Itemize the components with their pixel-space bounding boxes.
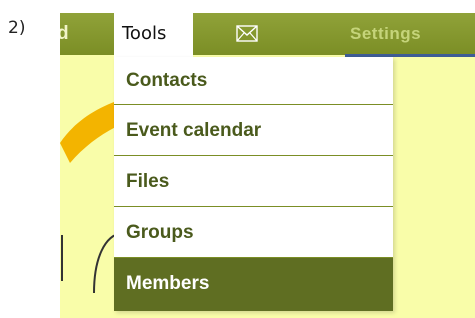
dropdown-item-groups[interactable]: Groups [114, 207, 393, 258]
menu-item-settings[interactable]: Settings [350, 13, 421, 55]
step-label: 2) [8, 18, 26, 38]
envelope-icon[interactable] [236, 25, 258, 42]
tools-dropdown-menu: Contacts Event calendar Files Groups Mem… [114, 57, 393, 311]
dropdown-item-event-calendar[interactable]: Event calendar [114, 105, 393, 156]
dropdown-item-contacts[interactable]: Contacts [114, 57, 393, 105]
menu-item-partial[interactable]: d [60, 13, 69, 55]
dropdown-item-members[interactable]: Members [114, 258, 393, 311]
dropdown-item-files[interactable]: Files [114, 156, 393, 207]
menu-item-tools[interactable]: Tools [114, 13, 193, 57]
app-viewport: d Tools Settings Contacts Event calendar… [60, 13, 475, 318]
main-menubar: d Tools Settings [60, 13, 475, 57]
